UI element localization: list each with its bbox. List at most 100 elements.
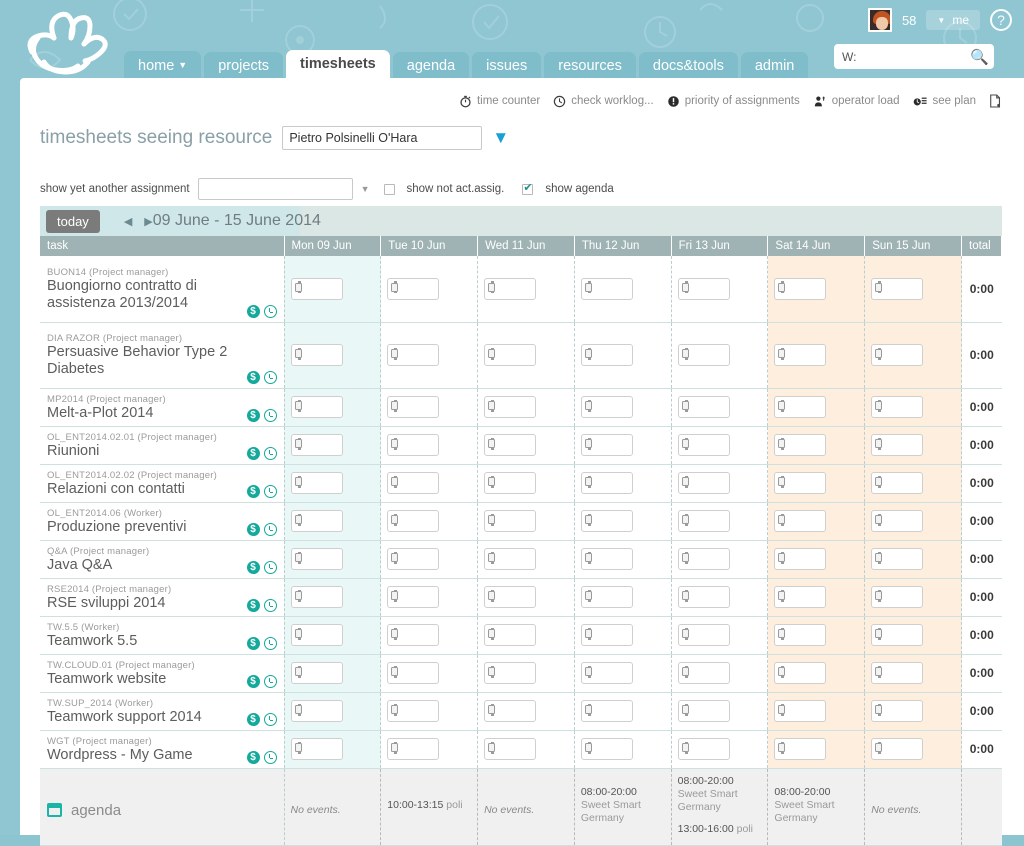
clock-icon[interactable]: [263, 636, 277, 650]
stopwatch-icon[interactable]: [584, 399, 592, 412]
stopwatch-icon[interactable]: [584, 347, 592, 360]
tab-docs-tools[interactable]: docs&tools: [638, 52, 738, 81]
task-name[interactable]: Java Q&A: [47, 557, 277, 574]
task-name[interactable]: Wordpress - My Game: [47, 747, 277, 764]
stopwatch-icon[interactable]: [681, 437, 689, 450]
agenda-event[interactable]: 10:00-13:15 poli: [387, 799, 472, 812]
action-operator-load[interactable]: operator load: [813, 95, 900, 108]
header-day-sat[interactable]: Sat 14 Jun: [767, 236, 866, 256]
hours-input[interactable]: [593, 511, 632, 531]
hours-input[interactable]: [690, 739, 729, 759]
hours-input[interactable]: [303, 549, 342, 569]
stopwatch-icon[interactable]: [294, 665, 302, 678]
stopwatch-icon[interactable]: [875, 475, 883, 488]
stopwatch-icon[interactable]: [875, 741, 883, 754]
hours-input[interactable]: [303, 511, 342, 531]
hours-input[interactable]: [400, 739, 439, 759]
hours-input[interactable]: [497, 587, 536, 607]
action-time-counter[interactable]: time counter: [459, 95, 540, 108]
stopwatch-icon[interactable]: [778, 281, 786, 294]
hours-input[interactable]: [400, 397, 439, 417]
stopwatch-icon[interactable]: [681, 347, 689, 360]
hours-input[interactable]: [303, 397, 342, 417]
cost-icon[interactable]: $: [246, 484, 260, 498]
clock-icon[interactable]: [263, 560, 277, 574]
clock-icon[interactable]: [263, 712, 277, 726]
clock-icon[interactable]: [263, 522, 277, 536]
hours-input[interactable]: [400, 663, 439, 683]
hours-input[interactable]: [884, 397, 923, 417]
stopwatch-icon[interactable]: [584, 551, 592, 564]
tab-home[interactable]: home ▼: [124, 51, 202, 81]
hours-input[interactable]: [497, 625, 536, 645]
hours-input[interactable]: [303, 625, 342, 645]
cost-icon[interactable]: $: [246, 712, 260, 726]
hours-input[interactable]: [400, 345, 439, 365]
stopwatch-icon[interactable]: [681, 589, 689, 602]
hours-input[interactable]: [690, 587, 729, 607]
hours-input[interactable]: [884, 625, 923, 645]
stopwatch-icon[interactable]: [294, 399, 302, 412]
clock-icon[interactable]: [263, 370, 277, 384]
hours-input[interactable]: [400, 549, 439, 569]
stopwatch-icon[interactable]: [584, 741, 592, 754]
hours-input[interactable]: [884, 739, 923, 759]
stopwatch-icon[interactable]: [875, 665, 883, 678]
hours-input[interactable]: [497, 549, 536, 569]
hours-input[interactable]: [787, 473, 826, 493]
stopwatch-icon[interactable]: [294, 475, 302, 488]
stopwatch-icon[interactable]: [294, 513, 302, 526]
stopwatch-icon[interactable]: [294, 741, 302, 754]
hours-input[interactable]: [884, 473, 923, 493]
tab-admin[interactable]: admin: [740, 52, 809, 81]
hours-input[interactable]: [497, 511, 536, 531]
stopwatch-icon[interactable]: [681, 741, 689, 754]
stopwatch-icon[interactable]: [488, 475, 496, 488]
hours-input[interactable]: [787, 625, 826, 645]
task-name[interactable]: Teamwork website: [47, 671, 277, 688]
show-agenda-checkbox[interactable]: [522, 181, 534, 195]
hours-input[interactable]: [497, 701, 536, 721]
hours-input[interactable]: [787, 663, 826, 683]
header-day-fri[interactable]: Fri 13 Jun: [671, 236, 769, 256]
clock-icon[interactable]: [263, 484, 277, 498]
task-name[interactable]: Produzione preventivi: [47, 519, 277, 536]
hours-input[interactable]: [690, 345, 729, 365]
tab-resources[interactable]: resources: [544, 52, 636, 81]
action-priority-assignments[interactable]: priority of assignments: [667, 95, 800, 108]
hours-input[interactable]: [497, 473, 536, 493]
stopwatch-icon[interactable]: [584, 437, 592, 450]
stopwatch-icon[interactable]: [391, 437, 399, 450]
stopwatch-icon[interactable]: [875, 703, 883, 716]
task-name[interactable]: Teamwork support 2014: [47, 709, 277, 726]
stopwatch-icon[interactable]: [488, 551, 496, 564]
hours-input[interactable]: [400, 625, 439, 645]
stopwatch-icon[interactable]: [681, 399, 689, 412]
stopwatch-icon[interactable]: [778, 741, 786, 754]
task-name[interactable]: Buongiorno contratto di assistenza 2013/…: [47, 278, 277, 312]
hours-input[interactable]: [497, 663, 536, 683]
hours-input[interactable]: [690, 435, 729, 455]
hours-input[interactable]: [303, 345, 342, 365]
hours-input[interactable]: [787, 435, 826, 455]
hours-input[interactable]: [690, 701, 729, 721]
search-input[interactable]: [840, 48, 970, 65]
hours-input[interactable]: [303, 663, 342, 683]
stopwatch-icon[interactable]: [584, 475, 592, 488]
stopwatch-icon[interactable]: [778, 551, 786, 564]
stopwatch-icon[interactable]: [391, 589, 399, 602]
clock-icon[interactable]: [263, 304, 277, 318]
stopwatch-icon[interactable]: [294, 347, 302, 360]
stopwatch-icon[interactable]: [778, 589, 786, 602]
stopwatch-icon[interactable]: [488, 437, 496, 450]
assignment-filter-input[interactable]: [197, 178, 353, 200]
task-name[interactable]: Melt-a-Plot 2014: [47, 405, 277, 422]
help-icon[interactable]: ?: [990, 9, 1012, 31]
hours-input[interactable]: [303, 473, 342, 493]
stopwatch-icon[interactable]: [391, 399, 399, 412]
stopwatch-icon[interactable]: [391, 513, 399, 526]
task-name[interactable]: RSE sviluppi 2014: [47, 595, 277, 612]
hours-input[interactable]: [303, 701, 342, 721]
stopwatch-icon[interactable]: [584, 665, 592, 678]
hours-input[interactable]: [884, 663, 923, 683]
